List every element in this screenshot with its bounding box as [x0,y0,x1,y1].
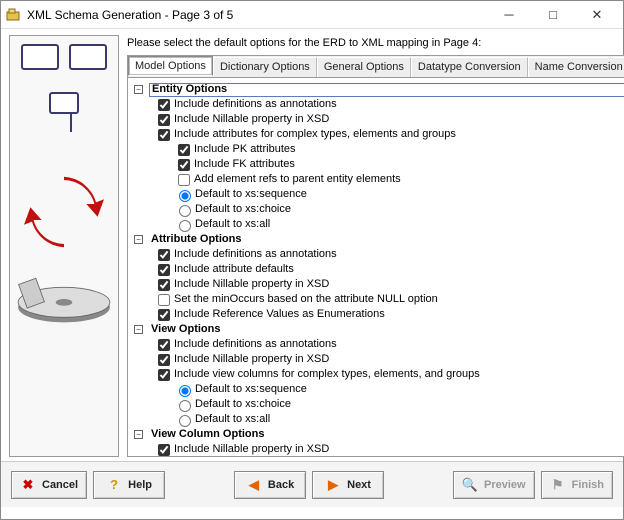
radio-entity-seq[interactable] [179,190,191,202]
lbl-attr-defs: Include definitions as annotations [174,247,337,262]
lbl-entity-all: Default to xs:all [195,217,270,232]
lbl-view-cols: Include view columns for complex types, … [174,367,480,382]
chk-entity-nillable[interactable] [158,114,170,126]
cancel-label: Cancel [42,479,78,491]
tab-dictionary-options[interactable]: Dictionary Options [213,57,317,77]
chk-entity-attrs[interactable] [158,129,170,141]
chk-view-cols[interactable] [158,369,170,381]
lbl-view-choice: Default to xs:choice [195,397,291,412]
lbl-attr-nillable: Include Nillable property in XSD [174,277,329,292]
collapse-toggle-attribute[interactable]: − [134,235,143,244]
section-attribute-options: Attribute Options [149,233,624,247]
next-button[interactable]: ▶ Next [312,471,384,499]
back-label: Back [268,479,294,491]
question-icon: ? [106,477,122,493]
chk-attr-nillable[interactable] [158,279,170,291]
section-entity-options: Entity Options [149,83,624,97]
radio-entity-choice[interactable] [179,205,191,217]
content-area: Please select the default options for th… [1,29,623,461]
preview-icon: 🔍 [462,477,478,493]
lbl-entity-attrs: Include attributes for complex types, el… [174,127,456,142]
options-panel: Please select the default options for th… [123,29,624,461]
next-arrow-icon: ▶ [325,477,341,493]
chk-entity-fk[interactable] [178,159,190,171]
lbl-attr-minoccurs: Set the minOccurs based on the attribute… [174,292,438,307]
finish-button[interactable]: ⚑ Finish [541,471,613,499]
radio-view-all[interactable] [179,415,191,427]
radio-view-choice[interactable] [179,400,191,412]
chk-view-nillable[interactable] [158,354,170,366]
titlebar: XML Schema Generation - Page 3 of 5 ─ □ … [1,1,623,29]
tab-general-options[interactable]: General Options [317,57,411,77]
lbl-entity-refs: Add element refs to parent entity elemen… [194,172,401,187]
tab-name-conversion[interactable]: Name Conversion [528,57,624,77]
lbl-entity-pk: Include PK attributes [194,142,296,157]
lbl-view-nillable: Include Nillable property in XSD [174,352,329,367]
lbl-view-defs: Include definitions as annotations [174,337,337,352]
lbl-view-seq: Default to xs:sequence [195,382,307,397]
lbl-attr-refvals: Include Reference Values as Enumerations [174,307,385,322]
chk-entity-defs[interactable] [158,99,170,111]
next-label: Next [347,479,371,491]
chk-view-defs[interactable] [158,339,170,351]
preview-label: Preview [484,479,526,491]
button-bar: ✖ Cancel ? Help ◀ Back ▶ Next 🔍 Preview … [1,461,623,507]
chk-attr-defs[interactable] [158,249,170,261]
x-icon: ✖ [20,477,36,493]
help-label: Help [128,479,152,491]
minimize-button[interactable]: ─ [487,2,531,28]
radio-view-seq[interactable] [179,385,191,397]
cancel-button[interactable]: ✖ Cancel [11,471,87,499]
chk-attr-minoccurs[interactable] [158,294,170,306]
chk-entity-pk[interactable] [178,144,190,156]
collapse-toggle-entity[interactable]: − [134,85,143,94]
maximize-button[interactable]: □ [531,2,575,28]
lbl-entity-fk: Include FK attributes [194,157,295,172]
wizard-graphic [9,35,119,457]
back-button[interactable]: ◀ Back [234,471,306,499]
preview-button[interactable]: 🔍 Preview [453,471,535,499]
back-arrow-icon: ◀ [246,477,262,493]
tab-datatype-conversion[interactable]: Datatype Conversion [411,57,528,77]
cycle-arrows-icon [24,172,104,252]
radio-entity-all[interactable] [179,220,191,232]
disc-graphic [14,264,114,334]
tab-bar: Model Options Dictionary Options General… [127,55,624,77]
help-button[interactable]: ? Help [93,471,165,499]
lbl-attr-defaults: Include attribute defaults [174,262,294,277]
tab-model-options[interactable]: Model Options [128,56,213,76]
chk-attr-defaults[interactable] [158,264,170,276]
instruction-text: Please select the default options for th… [127,37,624,49]
erd-diagram-graphic [14,44,114,154]
collapse-toggle-viewcol[interactable]: − [134,430,143,439]
flag-icon: ⚑ [550,477,566,493]
finish-label: Finish [572,479,604,491]
app-icon [5,7,21,23]
lbl-entity-defs: Include definitions as annotations [174,97,337,112]
lbl-entity-nillable: Include Nillable property in XSD [174,112,329,127]
lbl-entity-seq: Default to xs:sequence [195,187,307,202]
chk-viewcol-nillable[interactable] [158,444,170,456]
collapse-toggle-view[interactable]: − [134,325,143,334]
lbl-entity-choice: Default to xs:choice [195,202,291,217]
window-title: XML Schema Generation - Page 3 of 5 [27,8,487,22]
section-view-options: View Options [149,323,624,337]
chk-attr-refvals[interactable] [158,309,170,321]
lbl-viewcol-nillable: Include Nillable property in XSD [174,442,329,457]
chk-entity-refs[interactable] [178,174,190,186]
lbl-view-all: Default to xs:all [195,412,270,427]
options-tree: − Entity Options Include definitions as … [127,77,624,457]
section-view-column-options: View Column Options [149,428,624,442]
close-button[interactable]: ✕ [575,2,619,28]
